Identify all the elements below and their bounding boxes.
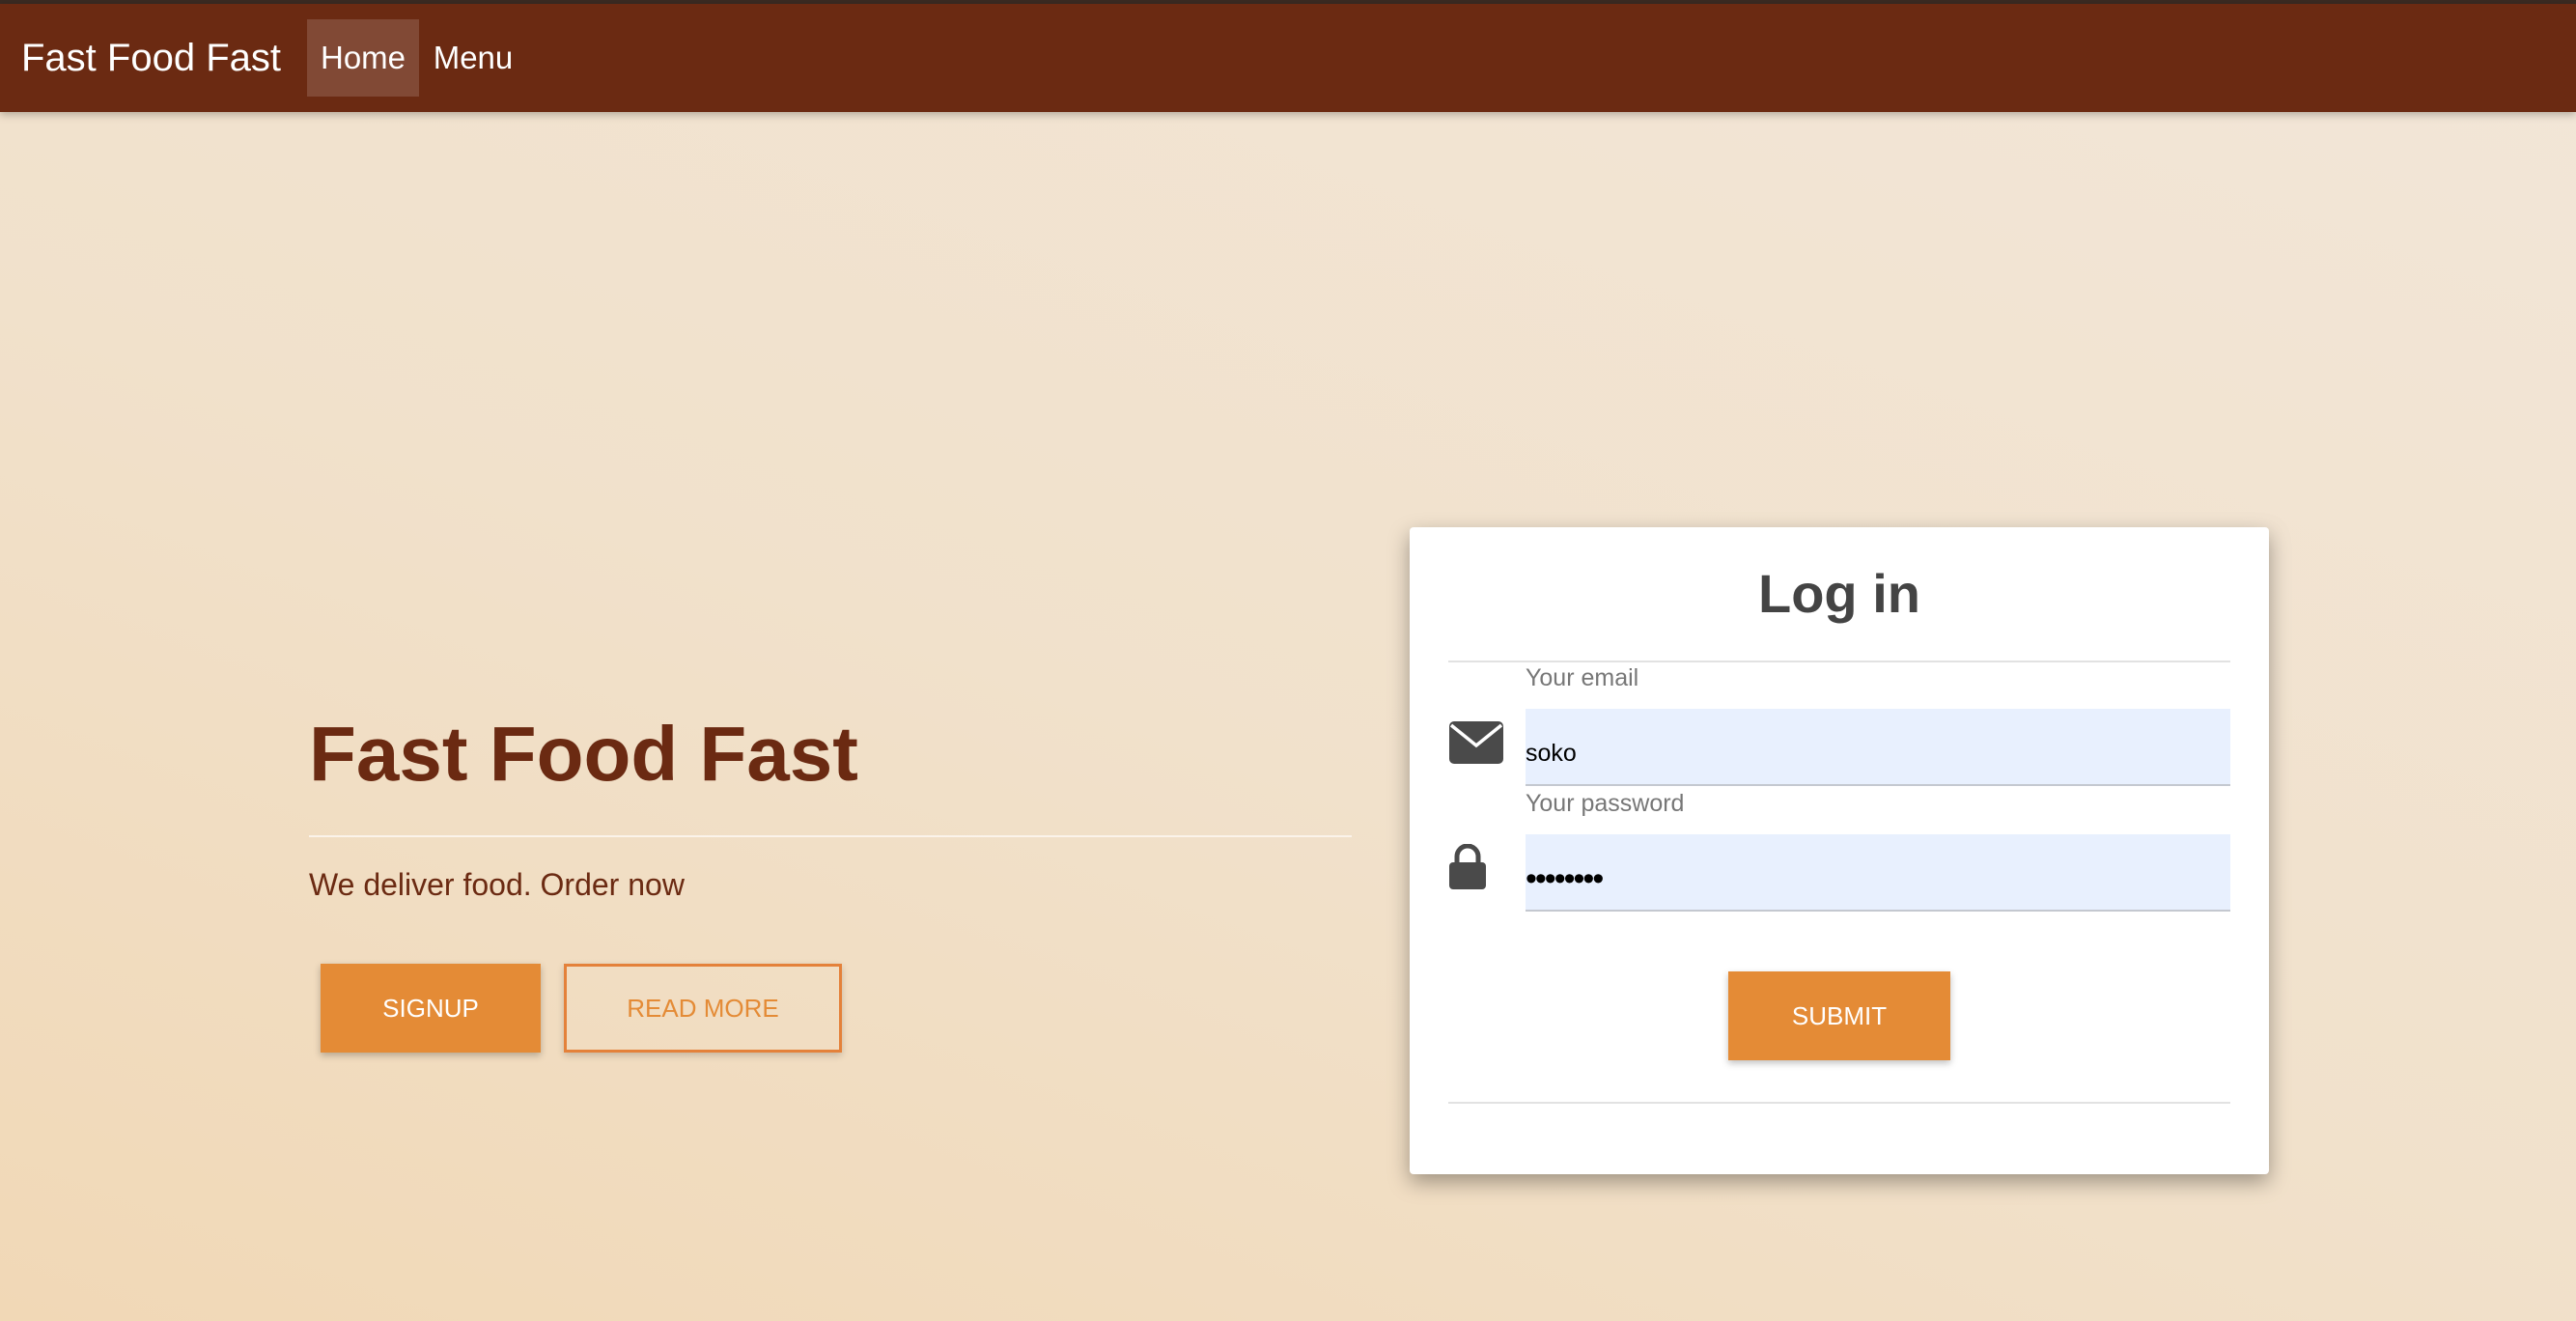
navbar: Fast Food Fast Home Menu <box>0 4 2576 112</box>
nav-item-home[interactable]: Home <box>307 19 419 97</box>
lock-icon <box>1448 843 1487 895</box>
nav-item-menu[interactable]: Menu <box>425 19 521 97</box>
envelope-icon <box>1448 720 1504 770</box>
navbar-brand[interactable]: Fast Food Fast <box>21 4 281 112</box>
login-divider-top <box>1448 660 2230 662</box>
login-divider-bottom <box>1448 1102 2230 1104</box>
password-label: Your password <box>1526 790 1685 817</box>
login-card: Log in Your email Your password SUBMIT <box>1410 527 2269 1174</box>
read-more-button[interactable]: READ MORE <box>564 964 842 1053</box>
hero-subtitle: We deliver food. Order now <box>309 867 685 902</box>
email-field[interactable] <box>1526 709 2230 786</box>
submit-button[interactable]: SUBMIT <box>1728 971 1950 1060</box>
hero-title: Fast Food Fast <box>309 711 858 797</box>
signup-button[interactable]: SIGNUP <box>321 964 541 1053</box>
login-title: Log in <box>1758 563 1920 624</box>
password-field[interactable] <box>1526 834 2230 912</box>
email-label: Your email <box>1526 664 1639 691</box>
hero-divider <box>309 835 1352 837</box>
